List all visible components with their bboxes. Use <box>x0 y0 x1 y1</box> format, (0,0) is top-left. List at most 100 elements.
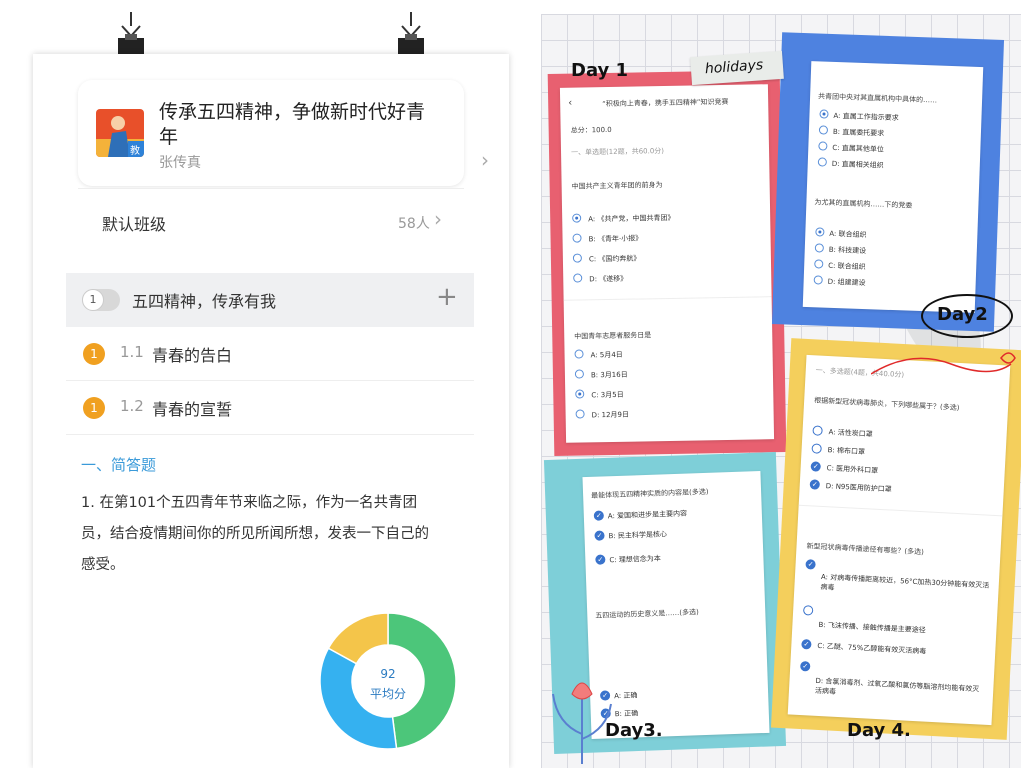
day3-q4: 五四运动的历史意义是……(多选) <box>595 608 699 620</box>
lesson-item[interactable]: 1 1.1 青春的告白 <box>66 327 474 381</box>
checkbox-checked: ✓ <box>809 479 821 490</box>
checkbox-checked: ✓ <box>593 510 605 521</box>
option-text: C: 直属其他单位 <box>832 143 884 154</box>
day1-label: Day 1 <box>571 60 629 81</box>
radio <box>575 409 585 419</box>
checkbox <box>802 605 814 616</box>
option-text: C: 理想信念为本 <box>609 554 661 565</box>
checkbox-checked: ✓ <box>595 554 606 565</box>
option-text: B: 3月16日 <box>590 370 628 380</box>
radio-selected <box>575 389 585 399</box>
quiz-collage-photo: ‹ “积极向上青春，携手五四精神”知识竞赛 总分：100.0 一、单选题(12题… <box>541 14 1021 768</box>
back-arrow-icon: ‹ <box>568 97 573 109</box>
chevron-right-icon: › <box>434 207 442 231</box>
chapter-toggle[interactable]: 1 <box>82 289 120 311</box>
class-member-count: 58人 <box>398 216 430 232</box>
option-text: A: 直属工作指示要求 <box>833 111 899 123</box>
flower-doodle-icon <box>552 682 612 764</box>
option-text: B: 正确 <box>614 709 639 719</box>
checkbox-checked: ✓ <box>801 639 812 650</box>
plus-icon[interactable]: + <box>436 282 458 312</box>
option-text: A: 活性炭口罩 <box>828 428 873 439</box>
radio <box>818 125 829 135</box>
radio <box>817 157 827 167</box>
option-text: A: 5月4日 <box>590 350 623 360</box>
day2-q6: 共青团中央对其直属机构中具体的…… <box>817 92 938 105</box>
option-text: D: 含氯消毒剂、过氧乙酸和氯仿等脂溶剂均能有效灭活病毒 <box>814 676 980 696</box>
checkbox-checked: ✓ <box>800 661 811 672</box>
radio <box>572 253 582 263</box>
radio <box>574 369 584 379</box>
option-text: C: 《国约奔航》 <box>588 254 641 264</box>
question-text: 1. 在第101个五四青年节来临之际，作为一名共青团员，结合疫情期间你的所见所闻… <box>81 495 429 573</box>
option-text: D: 直属相关组织 <box>831 159 884 170</box>
radio <box>813 275 823 285</box>
option-text: D: N95医用防护口罩 <box>825 482 892 494</box>
day1-q1: 中国共产主义青年团的前身为 <box>571 181 663 191</box>
course-author: 张传真 <box>159 155 201 171</box>
donut-hole <box>353 646 423 716</box>
app-screenshot-panel: 教 传承五四精神，争做新时代好青年 张传真 › 默认班级 58人 › 1 五四精… <box>0 0 530 768</box>
divider <box>563 296 772 301</box>
lesson-number: 1.1 <box>120 343 144 361</box>
heart-doodle-icon <box>871 352 1016 375</box>
lesson-item[interactable]: 1 1.2 青春的宣誓 <box>66 381 474 435</box>
option-text: D: 《遂移》 <box>589 274 628 284</box>
phone-screen: 教 传承五四精神，争做新时代好青年 张传真 › 默认班级 58人 › 1 五四精… <box>33 54 509 768</box>
radio <box>574 349 584 359</box>
day2-q7: 为尤其的直属机构……下的党委 <box>814 198 913 210</box>
radio <box>814 259 824 269</box>
option-text: C: 联合组织 <box>828 261 866 272</box>
day1-score: 总分：100.0 <box>570 125 612 135</box>
day4-q2: 新型冠状病毒传播途径有哪些？(多选) <box>806 542 925 557</box>
day1-quiz-card: ‹ “积极向上青春，携手五四精神”知识竞赛 总分：100.0 一、单选题(12题… <box>559 84 775 443</box>
course-title: 传承五四精神，争做新时代好青年 <box>159 101 426 148</box>
chapter-header[interactable]: 1 五四精神，传承有我 + <box>66 273 474 327</box>
course-thumbnail: 教 <box>96 109 144 157</box>
radio <box>572 233 582 243</box>
radio-selected <box>572 213 582 223</box>
option-text: D: 组建建设 <box>827 277 866 288</box>
divider <box>798 504 1003 517</box>
average-score-chart: 92 平均分 <box>318 611 458 751</box>
day2-label: Day2 <box>937 304 988 325</box>
option-text: C: 乙醚、75%乙醇能有效灭活病毒 <box>817 641 927 656</box>
checkbox-checked: ✓ <box>805 559 816 570</box>
course-thumb-badge: 教 <box>130 146 140 157</box>
day4-q1: 根据新型冠状病毒肺炎，下列哪些属于？(多选) <box>813 396 960 412</box>
average-score-label: 平均分 <box>369 687 406 701</box>
option-text: D: 12月9日 <box>591 410 630 420</box>
option-text: A: 对病毒传播距离较近，56°C加热30分钟能有效灭活病毒 <box>820 572 990 592</box>
option-text: B: 棉布口罩 <box>827 446 866 457</box>
holidays-label: holidays <box>704 57 764 78</box>
option-text: B: 《青年·小报》 <box>588 234 643 244</box>
lesson-badge: 1 <box>83 397 105 419</box>
option-text: B: 科技建设 <box>828 245 867 256</box>
day2-quiz-card: 共青团中央对其直属机构中具体的…… A: 直属工作指示要求 B: 直属委托要求 … <box>802 61 984 313</box>
checkbox-checked: ✓ <box>594 530 605 541</box>
chevron-right-icon: › <box>481 148 489 172</box>
radio <box>573 273 583 283</box>
class-name: 默认班级 <box>102 215 167 234</box>
option-text: C: 3月5日 <box>591 390 624 400</box>
option-text: A: 联合组织 <box>829 229 867 240</box>
option-text: B: 飞沫传播、接触传播是主要途径 <box>818 620 926 635</box>
checkbox <box>811 443 822 454</box>
class-row[interactable]: 默认班级 58人 › <box>78 188 464 256</box>
day1-section: 一、单选题(12题，共60.0分) <box>570 147 665 157</box>
day4-label: Day 4. <box>847 720 911 741</box>
lesson-badge: 1 <box>83 343 105 365</box>
day4-quiz-card: 一、多选题(4题，共40.0分) 根据新型冠状病毒肺炎，下列哪些属于？(多选) … <box>787 354 1011 726</box>
day3-q3: 最能体现五四精神实质的内容是(多选) <box>591 487 709 500</box>
option-text: A: 《共产党，中国共青团》 <box>588 213 675 224</box>
chapter-toggle-knob: 1 <box>82 289 104 311</box>
radio-selected <box>815 227 825 237</box>
option-text: C: 医用外科口罩 <box>826 464 879 475</box>
day1-header: “积极向上青春，携手五四精神”知识竞赛 <box>602 97 729 109</box>
radio-selected <box>819 109 829 119</box>
chapter-title: 五四精神，传承有我 <box>132 292 277 311</box>
option-text: A: 爱国和进步是主要内容 <box>607 509 688 521</box>
checkbox-checked: ✓ <box>810 461 821 472</box>
course-card[interactable]: 教 传承五四精神，争做新时代好青年 张传真 › <box>78 80 489 186</box>
lesson-title: 青春的宣誓 <box>152 400 233 419</box>
